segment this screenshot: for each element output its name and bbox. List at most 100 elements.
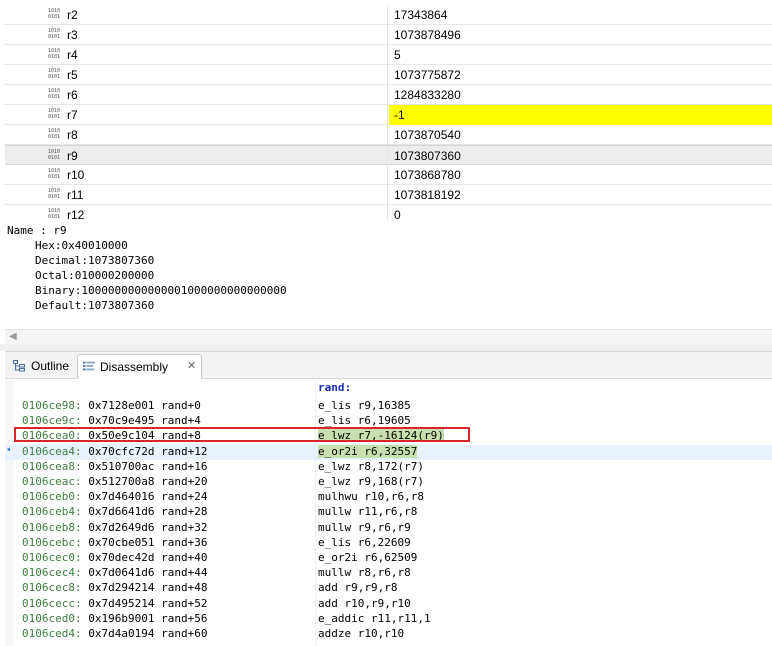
- disassembly-view[interactable]: rand: 0106ce98: 0x7128e001 rand+0 e_lis r…: [5, 379, 772, 646]
- instruction-text: e_lwz r8,172(r7): [318, 460, 424, 473]
- register-row-r9[interactable]: 1010 0101 r9 1073807360: [5, 145, 772, 166]
- register-value-cell[interactable]: 17343864: [389, 5, 772, 25]
- instruction-mnemonic: add r9,r9,r8: [318, 581, 398, 595]
- instruction-address: 0106ceac: 0x512700a8 rand+20: [22, 475, 207, 488]
- instruction-address: 0106ceb8: 0x7d2649d6 rand+32: [22, 521, 207, 534]
- tab-disassembly[interactable]: Disassembly ✕: [77, 354, 202, 379]
- register-name-cell: 1010 0101 r10: [5, 165, 388, 185]
- register-value-cell[interactable]: 1073807360: [389, 146, 772, 166]
- register-value-cell[interactable]: 1284833280: [389, 85, 772, 105]
- detail-name: Name : r9: [7, 224, 67, 237]
- register-row-r3[interactable]: 1010 0101 r3 1073878496: [5, 25, 772, 45]
- register-name: r12: [67, 208, 85, 220]
- binary-register-icon: 1010 0101: [48, 8, 61, 20]
- disassembly-line[interactable]: 0106cec8: 0x7d294214 rand+48 add r9,r9,r8: [5, 581, 772, 596]
- register-row-r5[interactable]: 1010 0101 r5 1073775872: [5, 65, 772, 85]
- register-row-r2[interactable]: 1010 0101 r2 17343864: [5, 5, 772, 25]
- address-hex: 0106ceac:: [22, 475, 82, 488]
- instruction-mnemonic: e_or2i r6,62509: [318, 551, 418, 564]
- register-value: 0: [394, 208, 401, 220]
- disassembly-line[interactable]: 0106ce98: 0x7128e001 rand+0 e_lis r9,1638…: [5, 399, 772, 414]
- register-row-r11[interactable]: 1010 0101 r11 1073818192: [5, 185, 772, 205]
- disassembly-icon: [83, 361, 95, 371]
- opcode-and-offset: 0x196b9001 rand+56: [81, 611, 208, 625]
- disassembly-line[interactable]: 0106cecc: 0x7d495214 rand+52 add r10,r9,r…: [5, 597, 772, 612]
- instruction-text: mullw r8,r6,r8: [318, 566, 411, 579]
- disassembly-line[interactable]: 0106cea8: 0x510700ac rand+16 e_lwz r8,172…: [5, 460, 772, 475]
- register-name: r4: [67, 48, 78, 62]
- register-value-cell[interactable]: 1073878496: [389, 25, 772, 45]
- instruction-text: add r10,r9,r10: [318, 597, 411, 610]
- register-value-cell[interactable]: 1073870540: [389, 125, 772, 145]
- register-name-cell: 1010 0101 r9: [5, 146, 388, 166]
- register-name-cell: 1010 0101 r4: [5, 45, 388, 65]
- register-name-cell: 1010 0101 r6: [5, 85, 388, 105]
- tab-outline-label: Outline: [31, 359, 70, 373]
- instruction-mnemonic: e_lwz r9,168(r7): [318, 475, 424, 488]
- disassembly-line[interactable]: 0106ceac: 0x512700a8 rand+20 e_lwz r9,168…: [5, 475, 772, 490]
- tab-outline[interactable]: Outline: [7, 354, 75, 378]
- opcode-and-offset: 0x70dec42d rand+40: [81, 551, 208, 564]
- scroll-left-icon[interactable]: ◀: [9, 331, 17, 342]
- instruction-mnemonic: e_lis r6,19605: [318, 414, 411, 428]
- register-row-r12[interactable]: 1010 0101 r12 0: [5, 205, 772, 220]
- disassembly-line[interactable]: 0106cec4: 0x7d0641d6 rand+44 mullw r8,r6,…: [5, 566, 772, 581]
- binary-register-icon: 1010 0101: [48, 188, 61, 200]
- register-value-cell[interactable]: 5: [389, 45, 772, 65]
- instruction-address: 0106ceb0: 0x7d464016 rand+24: [22, 490, 207, 503]
- instruction-text: mulhwu r10,r6,r8: [318, 490, 424, 503]
- disassembly-line[interactable]: 0106cea4: 0x70cfc72d rand+12 e_or2i r6,32…: [5, 444, 772, 460]
- opcode-and-offset: 0x7d495214 rand+52: [81, 596, 208, 610]
- register-row-r10[interactable]: 1010 0101 r10 1073868780: [5, 165, 772, 185]
- register-row-r4[interactable]: 1010 0101 r4 5: [5, 45, 772, 65]
- binary-register-icon: 1010 0101: [48, 128, 61, 140]
- register-value: 1073775872: [394, 68, 461, 82]
- opcode-and-offset: 0x7d2649d6 rand+32: [81, 520, 208, 534]
- register-row-r8[interactable]: 1010 0101 r8 1073870540: [5, 125, 772, 145]
- disassembly-line[interactable]: 0106ced0: 0x196b9001 rand+56 e_addic r11,…: [5, 612, 772, 627]
- view-splitter[interactable]: [0, 344, 772, 351]
- outline-icon: [13, 360, 25, 372]
- register-value-cell[interactable]: 1073868780: [389, 165, 772, 185]
- instruction-mnemonic: e_lis r6,22609: [318, 535, 411, 549]
- instruction-address: 0106cea8: 0x510700ac rand+16: [22, 460, 207, 473]
- opcode-and-offset: 0x70c9e495 rand+4: [81, 414, 201, 428]
- disassembly-line[interactable]: 0106ceb0: 0x7d464016 rand+24 mulhwu r10,r…: [5, 490, 772, 505]
- instruction-text: addze r10,r10: [318, 627, 404, 640]
- horizontal-scrollbar[interactable]: ◀: [5, 329, 772, 345]
- register-row-r7[interactable]: 1010 0101 r7 -1: [5, 105, 772, 125]
- instruction-address: 0106ceb4: 0x7d6641d6 rand+28: [22, 505, 207, 518]
- address-hex: 0106cec4:: [22, 566, 82, 580]
- binary-register-icon: 1010 0101: [48, 88, 61, 100]
- disassembly-line[interactable]: 0106ceb4: 0x7d6641d6 rand+28 mullw r11,r6…: [5, 505, 772, 520]
- disassembly-line[interactable]: 0106ceb8: 0x7d2649d6 rand+32 mullw r9,r6,…: [5, 521, 772, 536]
- register-value-cell[interactable]: -1: [389, 105, 772, 125]
- disassembly-line[interactable]: 0106cebc: 0x70cbe051 rand+36 e_lis r6,226…: [5, 536, 772, 551]
- instruction-mnemonic: e_lis r9,16385: [318, 399, 411, 412]
- instruction-mnemonic: e_addic r11,r11,1: [318, 611, 431, 625]
- register-value-cell[interactable]: 1073775872: [389, 65, 772, 85]
- address-hex: 0106ce98:: [22, 399, 82, 412]
- instruction-address: 0106ced4: 0x7d4a0194 rand+60: [22, 627, 207, 640]
- instruction-text: e_lis r6,22609: [318, 536, 411, 549]
- disassembly-line[interactable]: 0106ced4: 0x7d4a0194 rand+60 addze r10,r1…: [5, 627, 772, 642]
- register-name-cell: 1010 0101 r5: [5, 65, 388, 85]
- binary-register-icon: 1010 0101: [48, 149, 61, 161]
- register-value-cell[interactable]: 0: [389, 205, 772, 220]
- opcode-and-offset: 0x7d6641d6 rand+28: [81, 505, 208, 519]
- instruction-mnemonic: e_lwz r8,172(r7): [318, 459, 424, 473]
- instruction-text: e_addic r11,r11,1: [318, 612, 431, 625]
- register-row-r6[interactable]: 1010 0101 r6 1284833280: [5, 85, 772, 105]
- instruction-text: add r9,r9,r8: [318, 581, 397, 594]
- instruction-text: e_or2i r6,62509: [318, 551, 417, 564]
- close-tab-icon[interactable]: ✕: [187, 359, 196, 372]
- register-value-cell[interactable]: 1073818192: [389, 185, 772, 205]
- disassembly-line[interactable]: 0106cec0: 0x70dec42d rand+40 e_or2i r6,62…: [5, 551, 772, 566]
- register-name-cell: 1010 0101 r12: [5, 205, 388, 220]
- instruction-address: 0106cec4: 0x7d0641d6 rand+44: [22, 566, 207, 579]
- instruction-text: e_lis r9,16385: [318, 399, 411, 412]
- instruction-address: 0106cec8: 0x7d294214 rand+48: [22, 581, 207, 594]
- instruction-mnemonic: addze r10,r10: [318, 627, 405, 640]
- register-name-cell: 1010 0101 r8: [5, 125, 388, 145]
- instruction-mnemonic: mullw r9,r6,r9: [318, 520, 411, 534]
